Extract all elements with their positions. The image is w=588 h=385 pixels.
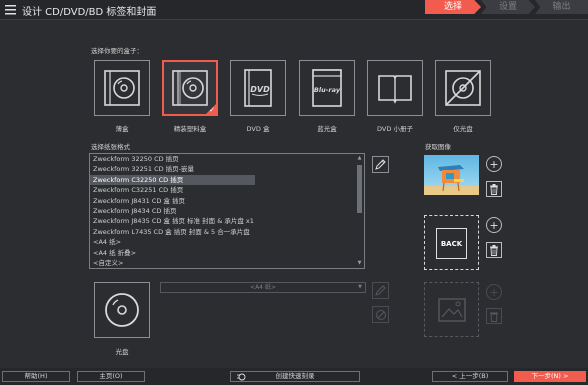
title-bar: 设计 CD/DVD/BD 标签和封面 选择 设置 输出 bbox=[0, 0, 588, 19]
bluray-case-icon: Blu-ray bbox=[312, 69, 342, 107]
back-cover-drop-zone[interactable]: BACK bbox=[424, 215, 479, 270]
scroll-thumb[interactable] bbox=[357, 165, 362, 213]
dvd-case-icon: DVD bbox=[244, 69, 272, 107]
case-jewel-label: 精装塑料盒 bbox=[173, 125, 207, 133]
booklet-icon bbox=[378, 75, 412, 104]
list-item[interactable]: Zweckform J8435 CD 盒 插页 标准 封面 & 承片盘 x1 bbox=[90, 216, 348, 226]
app-title: 设计 CD/DVD/BD 标签和封面 bbox=[22, 7, 157, 18]
quick-burn-button[interactable]: 创建快速刻录 bbox=[230, 371, 360, 382]
case-dvd[interactable]: DVD bbox=[230, 60, 286, 116]
list-item[interactable]: Zweckform 32250 CD 插页 bbox=[90, 154, 348, 164]
add-back-image-button[interactable]: + bbox=[486, 217, 502, 233]
step-select[interactable]: 选择 bbox=[425, 0, 481, 14]
add-disc-image-button[interactable]: + bbox=[486, 284, 502, 300]
bottom-bar: 帮助(H) 主页(O) 创建快速刻录 < 上一步(B) 下一步(N) > bbox=[0, 368, 588, 385]
plus-icon: + bbox=[489, 157, 499, 171]
case-booklet[interactable] bbox=[367, 60, 423, 116]
trash-icon bbox=[490, 183, 498, 195]
disc-image-drop-zone[interactable] bbox=[424, 282, 479, 337]
thin-case-icon bbox=[104, 70, 140, 106]
case-dvd-label: DVD 盒 bbox=[246, 125, 270, 133]
edit-paper-button[interactable] bbox=[372, 156, 389, 173]
list-item[interactable]: Zweckform C32251 CD 插页 bbox=[90, 185, 348, 195]
step-output[interactable]: 输出 bbox=[535, 0, 588, 14]
case-disc-only-label: 仅光盘 bbox=[453, 125, 473, 133]
paper-format-list[interactable]: Zweckform 32250 CD 插页 Zweckform 32251 CD… bbox=[89, 153, 365, 269]
case-section-label: 选择你要的盒子： bbox=[91, 47, 143, 55]
svg-text:Blu-ray: Blu-ray bbox=[314, 86, 341, 94]
help-button[interactable]: 帮助(H) bbox=[2, 371, 70, 382]
list-item[interactable]: <A4 纸> bbox=[90, 237, 348, 247]
plus-icon: + bbox=[489, 218, 499, 232]
svg-text:DVD: DVD bbox=[250, 85, 270, 94]
quick-burn-label: 创建快速刻录 bbox=[275, 372, 315, 380]
next-button[interactable]: 下一步(N) > bbox=[514, 371, 586, 382]
list-item-selected[interactable]: Zweckform C32250 CD 插页 bbox=[90, 174, 255, 186]
disc-label: 光盘 bbox=[115, 348, 129, 356]
disc-size-value: <A4 纸> bbox=[250, 284, 276, 291]
list-item[interactable]: Zweckform 32251 CD 插页-嵌量 bbox=[90, 164, 348, 174]
list-item[interactable]: <A4 纸 折叠> bbox=[90, 248, 348, 258]
home-button[interactable]: 主页(O) bbox=[77, 371, 145, 382]
paper-section-label: 选择纸张格式 bbox=[91, 143, 130, 151]
delete-back-image-button[interactable] bbox=[486, 242, 502, 258]
delete-image-button[interactable] bbox=[486, 181, 502, 197]
case-jewel[interactable]: ✓ bbox=[162, 60, 218, 116]
image-placeholder-icon bbox=[438, 298, 466, 322]
trash-icon bbox=[490, 312, 498, 322]
hamburger-menu-icon[interactable] bbox=[5, 4, 16, 15]
add-image-button[interactable]: + bbox=[486, 156, 502, 172]
case-bluray[interactable]: Blu-ray bbox=[299, 60, 355, 116]
case-booklet-label: DVD 小册子 bbox=[377, 125, 413, 133]
disc-only-icon bbox=[445, 70, 481, 106]
disc-icon bbox=[105, 293, 139, 327]
disc-size-select[interactable]: <A4 纸> ▼ bbox=[160, 282, 366, 293]
pencil-icon bbox=[375, 285, 386, 296]
chevron-down-icon: ▼ bbox=[358, 284, 362, 290]
scroll-up-arrow-icon[interactable]: ▲ bbox=[356, 155, 363, 162]
scroll-down-arrow-icon[interactable]: ▼ bbox=[356, 260, 363, 267]
case-disc-only[interactable] bbox=[435, 60, 491, 116]
case-thin-label: 薄盒 bbox=[115, 125, 129, 133]
edit-disc-button[interactable] bbox=[372, 282, 389, 299]
divider bbox=[0, 19, 588, 20]
no-entry-icon bbox=[375, 309, 386, 320]
pencil-icon bbox=[375, 159, 386, 170]
trash-icon bbox=[490, 244, 498, 256]
list-item[interactable]: Zweckform J8431 CD 盒 插页 bbox=[90, 196, 348, 206]
list-item[interactable]: Zweckform L7435 CD 盒 插页 封面 & 5 合一承片盘 bbox=[90, 227, 348, 237]
plus-icon: + bbox=[489, 285, 499, 299]
case-thin[interactable] bbox=[94, 60, 150, 116]
image-section-label: 获取图像 bbox=[425, 143, 451, 151]
disc-clear-button[interactable] bbox=[372, 306, 389, 323]
list-item[interactable]: Zweckform J8434 CD 插页 bbox=[90, 206, 348, 216]
step-settings[interactable]: 设置 bbox=[481, 0, 535, 14]
case-bluray-label: 蓝光盒 bbox=[317, 125, 337, 133]
back-cover-preview: BACK bbox=[436, 228, 467, 259]
list-scrollbar[interactable]: ▲ ▼ bbox=[356, 155, 363, 267]
list-item[interactable]: <自定义> bbox=[90, 258, 348, 268]
delete-disc-image-button[interactable] bbox=[486, 308, 502, 324]
jewel-case-icon bbox=[172, 70, 208, 106]
prev-button[interactable]: < 上一步(B) bbox=[432, 371, 508, 382]
disc-card[interactable] bbox=[94, 282, 150, 338]
quick-burn-icon bbox=[237, 373, 246, 381]
checkmark-icon: ✓ bbox=[209, 106, 215, 114]
beach-hut-thumbnail[interactable] bbox=[424, 155, 479, 195]
